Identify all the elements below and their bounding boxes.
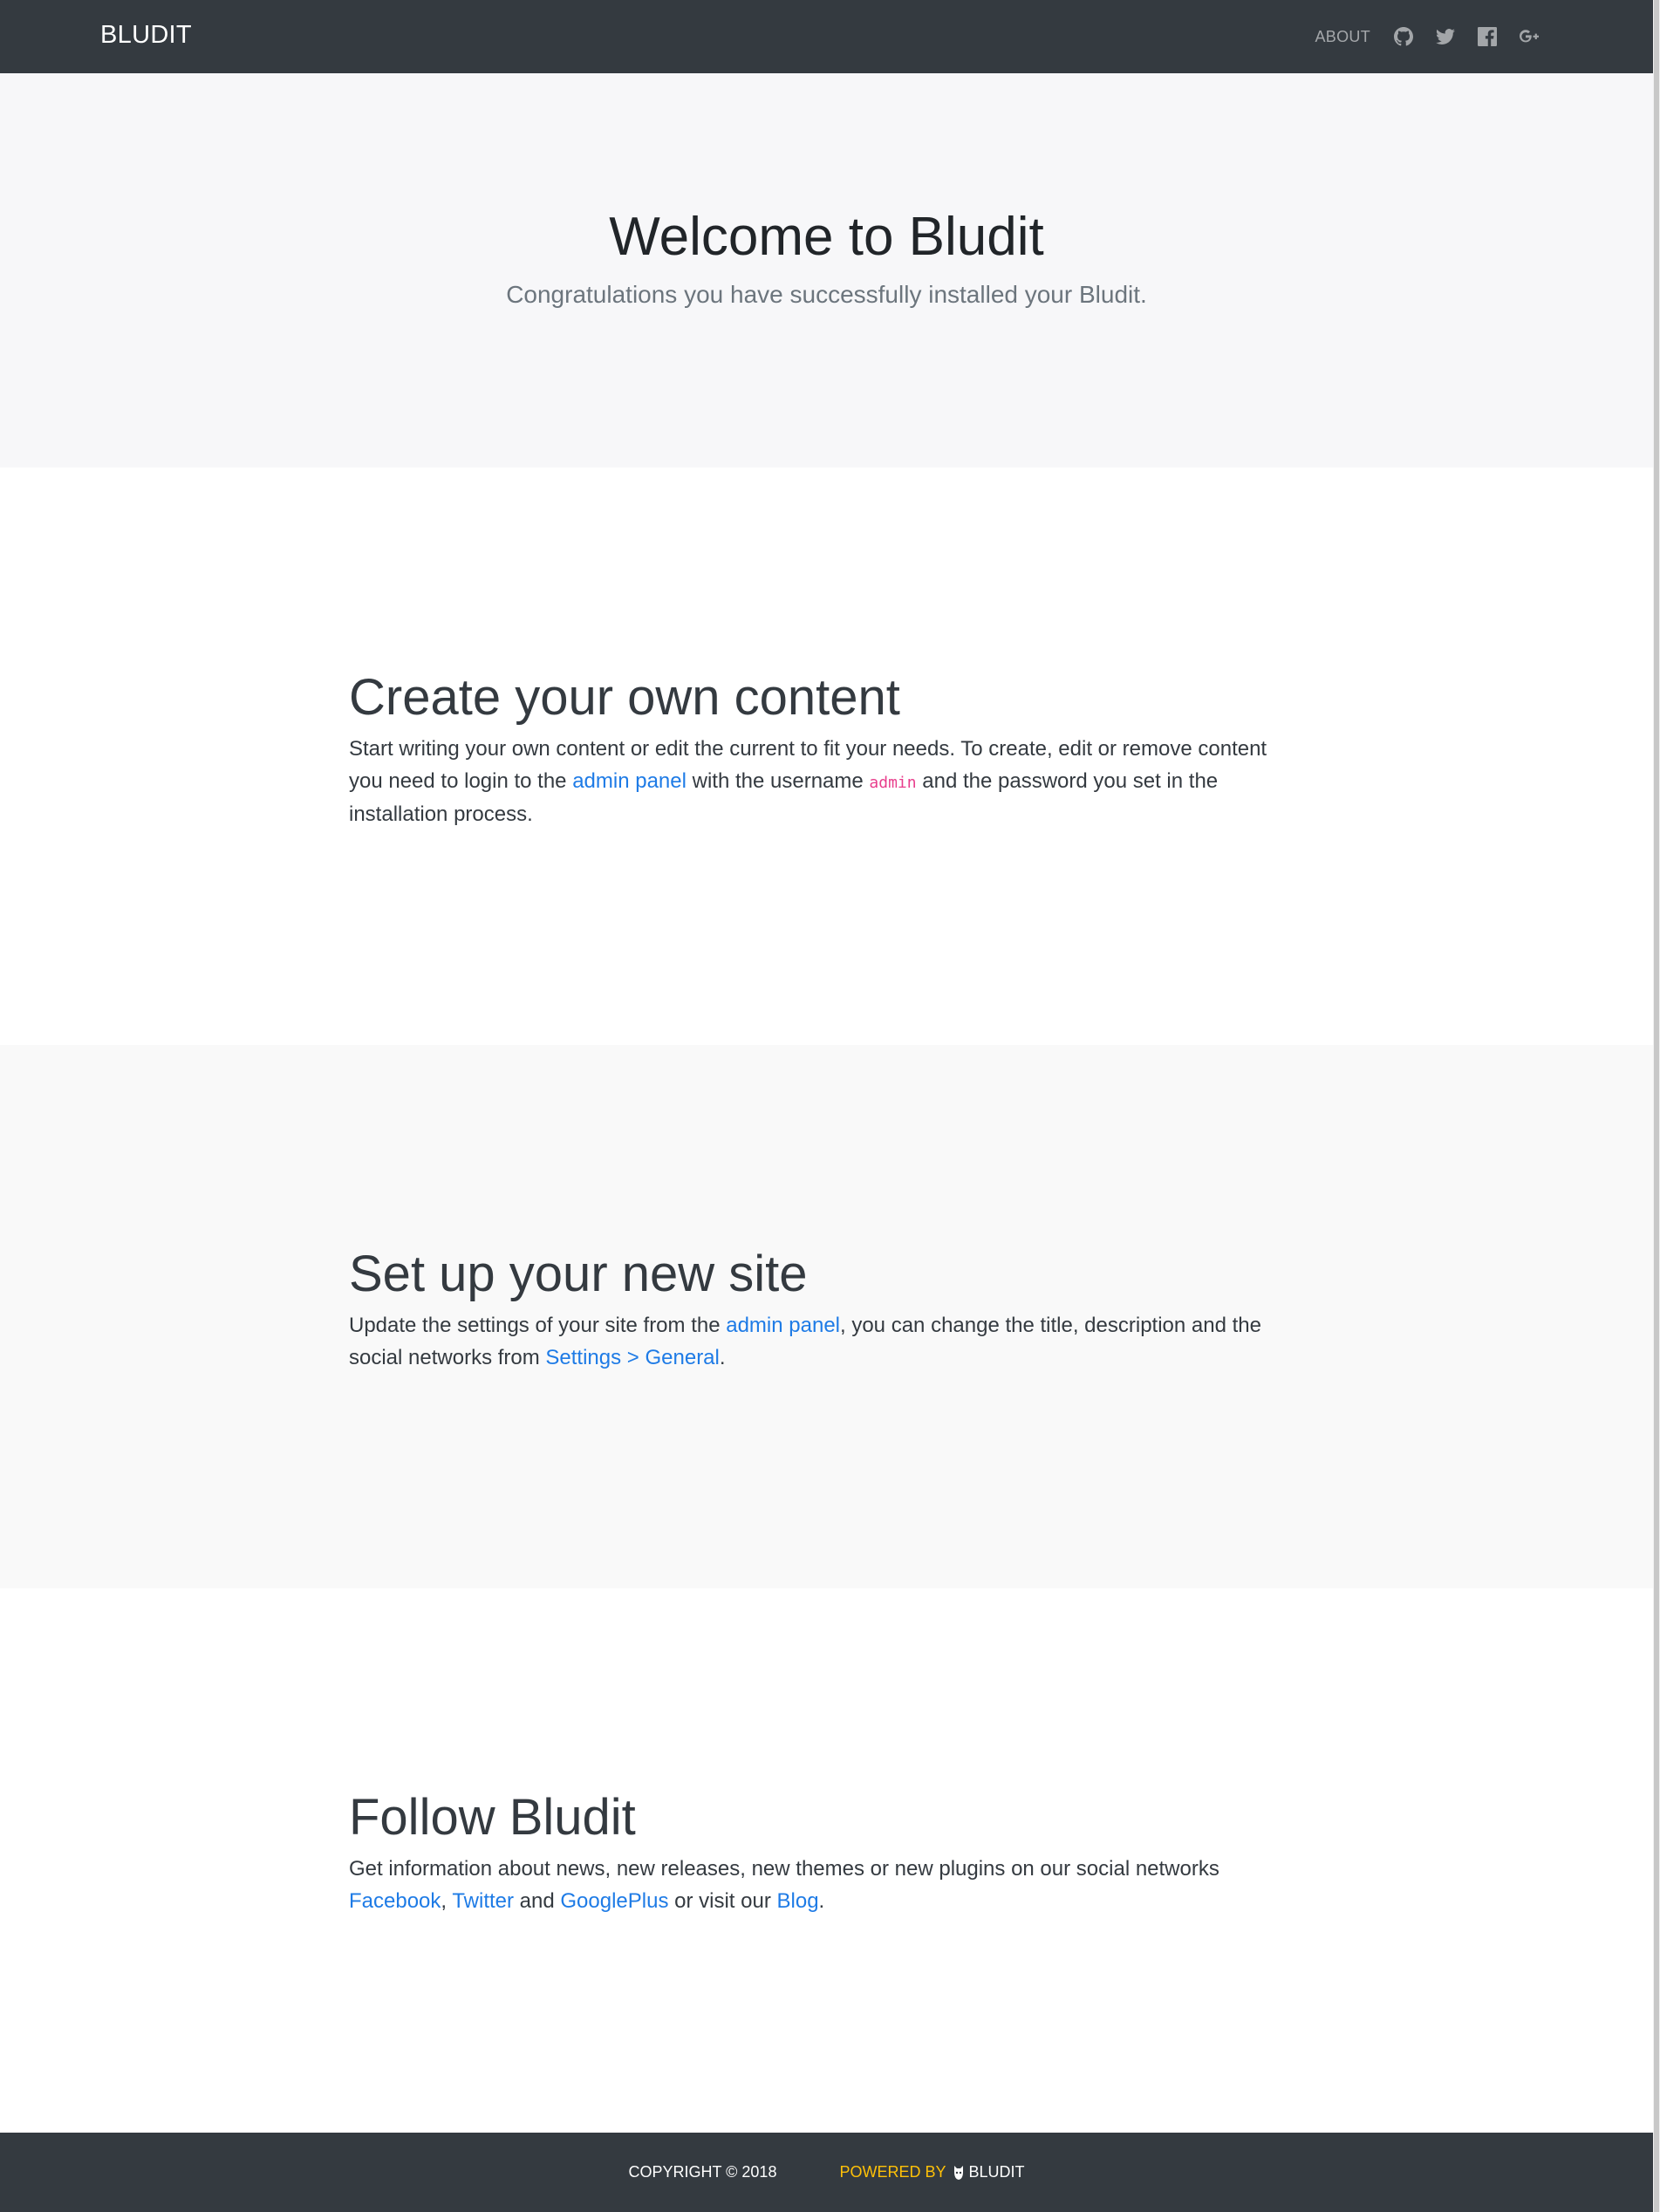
text-span: Get information about news, new releases… [349,1857,1219,1881]
page: BLUDIT ABOUT Welcome to Bludit Congratul… [0,0,1653,2212]
powered-by: POWERED BY BLUDIT [839,2163,1024,2181]
twitter-icon[interactable] [1424,16,1466,58]
copyright-text: COPYRIGHT © 2018 [628,2163,777,2181]
settings-general-link[interactable]: Settings > General [545,1346,719,1369]
navbar: BLUDIT ABOUT [0,0,1653,73]
admin-panel-link[interactable]: admin panel [572,769,687,793]
nav-link-about[interactable]: ABOUT [1302,28,1383,46]
admin-panel-link[interactable]: admin panel [726,1314,840,1337]
section-title: Follow Bludit [349,1789,636,1846]
section-setup-site: Set up your new site Update the settings… [0,1045,1653,1588]
text-span: . [719,1345,726,1369]
googleplus-icon[interactable] [1508,16,1550,58]
googleplus-link[interactable]: GooglePlus [560,1889,668,1913]
facebook-icon[interactable] [1466,16,1508,58]
section-title: Set up your new site [349,1246,808,1302]
text-span: . [818,1888,825,1913]
section-title: Create your own content [349,669,900,726]
text-span: with the username [686,768,870,793]
section-text: Start writing your own content or edit t… [349,734,1291,831]
section-follow-bludit: Follow Bludit Get information about news… [0,1588,1653,2133]
brand-link[interactable]: BLUDIT [100,21,192,50]
footer-inner: COPYRIGHT © 2018 POWERED BY BLUDIT [0,2133,1653,2212]
github-icon[interactable] [1383,16,1424,58]
hero-title: Welcome to Bludit [609,207,1044,267]
footer: COPYRIGHT © 2018 POWERED BY BLUDIT [0,2133,1653,2212]
username-code: admin [869,773,917,792]
facebook-link[interactable]: Facebook [349,1889,441,1913]
bludit-link[interactable]: BLUDIT [969,2163,1025,2181]
text-span: , [441,1888,453,1913]
scrollbar-thumb[interactable] [1654,0,1659,2212]
section-text: Get information about news, new releases… [349,1854,1291,1917]
text-span: or visit our [668,1888,777,1913]
blog-link[interactable]: Blog [777,1889,819,1913]
twitter-link[interactable]: Twitter [452,1889,514,1913]
text-span: Update the settings of your site from th… [349,1314,727,1337]
nav-right: ABOUT [1302,0,1550,73]
hero-subtitle: Congratulations you have successfully in… [506,281,1147,308]
section-create-content: Create your own content Start writing yo… [0,468,1653,1045]
bludit-logo-icon [952,2165,966,2181]
section-text: Update the settings of your site from th… [349,1310,1291,1374]
text-span: and [514,1888,561,1913]
powered-by-label: POWERED BY [839,2163,946,2181]
hero: Welcome to Bludit Congratulations you ha… [0,73,1653,468]
